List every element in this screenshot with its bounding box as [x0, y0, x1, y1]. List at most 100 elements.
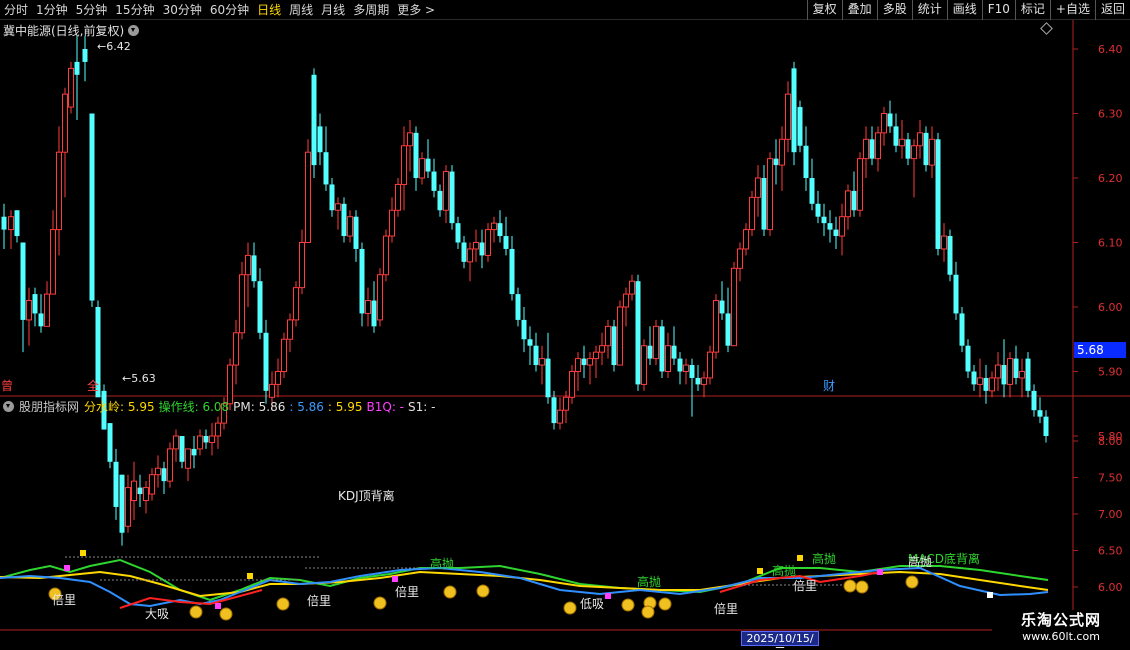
candle-body — [755, 177, 761, 198]
candle-body — [323, 152, 329, 185]
tool-button[interactable]: 统计 — [911, 0, 947, 20]
candle-body — [593, 351, 599, 360]
event-marker: 财 — [823, 379, 835, 393]
candle-body — [311, 74, 317, 166]
candle-body — [743, 229, 749, 250]
axis-tick-label: 6.00 — [1098, 301, 1123, 314]
candle-body — [68, 67, 74, 108]
candle-body — [797, 107, 803, 146]
candle-body — [1043, 416, 1049, 436]
candle-body — [737, 248, 743, 269]
candle-body — [821, 216, 827, 224]
watermark-url: www.60lt.com — [1022, 630, 1100, 643]
candle-body — [809, 178, 815, 204]
period-tab[interactable]: 15分钟 — [111, 0, 158, 20]
period-tab[interactable]: 更多 > — [393, 0, 439, 20]
candle-body — [365, 300, 371, 314]
candle-body — [113, 461, 119, 507]
period-tabs: 分时 1分钟 5分钟 15分钟 30分钟 60分钟 日线 周线 月线 多周期 更多 > — [0, 0, 439, 20]
signal-marker — [80, 550, 86, 556]
candle-body — [269, 383, 275, 398]
signal-label: 高抛 — [637, 575, 662, 589]
candle-body — [875, 132, 881, 160]
signal-marker — [247, 573, 253, 579]
candle-body — [989, 377, 995, 392]
candle-body — [38, 313, 44, 327]
axis-tick-label: 6.50 — [1098, 545, 1123, 558]
watermark-name: 乐淘公式网 — [1020, 611, 1101, 629]
candle-body — [335, 203, 341, 211]
candle-body — [287, 319, 293, 340]
indicator-value: B1Q: - — [366, 400, 405, 414]
coin-icon — [843, 579, 857, 593]
period-tab[interactable]: 60分钟 — [206, 0, 253, 20]
tool-button[interactable]: 标记 — [1014, 0, 1050, 20]
candle-body — [671, 345, 677, 359]
period-tab[interactable]: 5分钟 — [72, 0, 112, 20]
candle-body — [455, 223, 461, 243]
tool-button[interactable]: F10 — [981, 0, 1015, 20]
candle-body — [503, 236, 509, 249]
period-tab[interactable]: 月线 — [317, 0, 349, 20]
candle-body — [50, 229, 56, 295]
candle-body — [779, 138, 785, 166]
axis-tick-label: 6.20 — [1098, 172, 1123, 185]
period-tab[interactable]: 分时 — [0, 0, 32, 20]
candle-body — [62, 93, 68, 153]
tool-button[interactable]: 多股 — [876, 0, 912, 20]
candle-body — [599, 345, 605, 353]
candle-body — [707, 351, 713, 379]
candle-body — [587, 358, 593, 366]
tool-button[interactable]: 叠加 — [841, 0, 877, 20]
tool-button[interactable]: 画线 — [946, 0, 982, 20]
candle-body — [791, 68, 797, 153]
period-tab[interactable]: 日线 — [253, 0, 285, 20]
current-price-tag: 5.68 — [1074, 342, 1126, 358]
candle-body — [437, 190, 443, 211]
tool-button[interactable]: +自选 — [1049, 0, 1095, 20]
chevron-down-icon[interactable] — [3, 401, 14, 412]
candle-body — [443, 171, 449, 211]
indicator-value: : 5.86 — [289, 400, 324, 414]
high-price-label: ←6.42 — [97, 40, 131, 53]
candle-body — [923, 132, 929, 166]
axis-tick-label: 6.10 — [1098, 237, 1123, 250]
chevron-down-icon[interactable] — [128, 25, 140, 36]
candle-body — [167, 448, 173, 482]
candle-body — [203, 436, 209, 443]
signal-marker — [605, 593, 611, 599]
candle-body — [911, 145, 917, 160]
candle-body — [1025, 358, 1031, 391]
candle-body — [107, 423, 113, 462]
candle-body — [425, 158, 431, 172]
candle-body — [131, 480, 137, 501]
candle-body — [239, 274, 245, 334]
candle-body — [383, 235, 389, 276]
tool-button[interactable]: 返回 — [1094, 0, 1130, 20]
candle-body — [125, 487, 131, 527]
axis-tick-label: 6.00 — [1098, 581, 1123, 594]
candle-body — [185, 448, 191, 469]
candle-body — [845, 190, 851, 218]
indicator-value: S1: - — [408, 400, 436, 414]
candle-body — [497, 223, 503, 237]
period-tab[interactable]: 周线 — [285, 0, 317, 20]
candle-body — [785, 93, 791, 140]
tool-button[interactable]: 复权 — [806, 0, 842, 20]
candle-body — [143, 487, 149, 502]
period-tab[interactable]: 30分钟 — [159, 0, 206, 20]
period-tab[interactable]: 1分钟 — [32, 0, 72, 20]
candle-body — [893, 126, 899, 146]
candle-body — [419, 158, 425, 179]
period-tab[interactable]: 多周期 — [349, 0, 393, 20]
candle-body — [965, 345, 971, 372]
candle-body — [461, 242, 467, 262]
coin-icon — [476, 584, 490, 598]
signal-label: 倍里 — [395, 585, 420, 599]
candle-body — [1, 216, 7, 230]
candle-body — [89, 113, 95, 301]
candle-body — [209, 435, 215, 443]
candle-body — [749, 196, 755, 231]
candle-body — [839, 216, 845, 237]
candle-body — [137, 487, 143, 495]
